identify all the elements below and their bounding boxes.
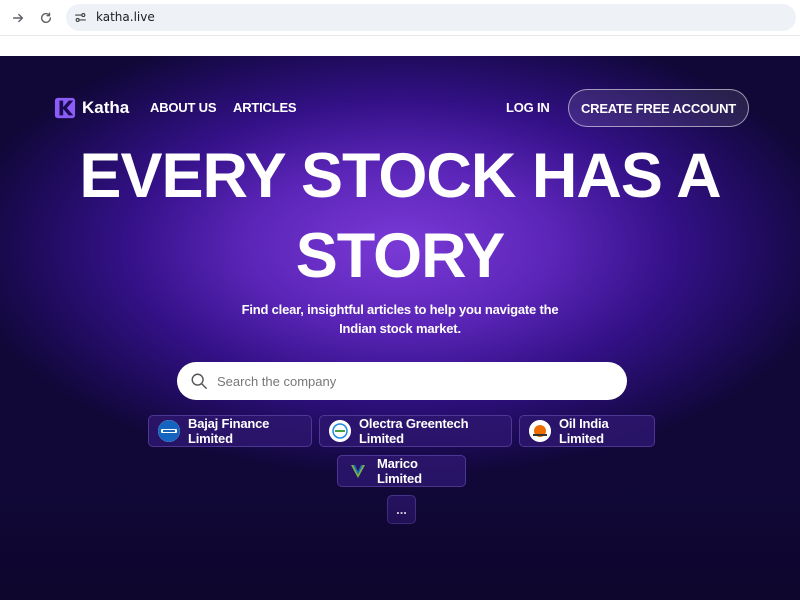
hero-section: Katha ABOUT US ARTICLES LOG IN CREATE FR… bbox=[0, 56, 800, 600]
hero-subtitle-line-1: Find clear, insightful articles to help … bbox=[241, 302, 559, 317]
search-bar[interactable] bbox=[177, 362, 627, 400]
hero-title-line-1: EVERY STOCK HAS A bbox=[79, 141, 721, 211]
browser-toolbar: katha.live bbox=[0, 0, 800, 36]
katha-logo[interactable]: Katha bbox=[54, 97, 129, 119]
olectra-logo-icon bbox=[329, 420, 351, 442]
create-account-button[interactable]: CREATE FREE ACCOUNT bbox=[568, 89, 749, 127]
company-name: Bajaj Finance Limited bbox=[188, 416, 270, 446]
search-icon bbox=[191, 373, 207, 389]
arrow-right-icon bbox=[12, 13, 24, 23]
site-info-icon[interactable] bbox=[72, 9, 89, 26]
nav-about-us[interactable]: ABOUT US bbox=[150, 100, 216, 115]
company-chip-bajaj-finance[interactable]: Bajaj Finance Limited bbox=[148, 415, 312, 447]
oil-india-logo-icon bbox=[529, 420, 551, 442]
hero-title-line-2: STORY bbox=[295, 221, 506, 291]
reload-icon bbox=[40, 12, 52, 24]
url-text[interactable]: katha.live bbox=[96, 10, 155, 24]
login-link[interactable]: LOG IN bbox=[506, 100, 550, 115]
marico-logo-icon bbox=[347, 460, 369, 482]
company-chip-oil-india[interactable]: Oil India Limited bbox=[519, 415, 655, 447]
nav-articles[interactable]: ARTICLES bbox=[233, 100, 297, 115]
company-name: Marico Limited bbox=[377, 456, 422, 486]
bajaj-logo-icon bbox=[158, 420, 180, 442]
katha-k-icon bbox=[54, 97, 76, 119]
address-bar[interactable]: katha.live bbox=[66, 4, 796, 31]
company-name: Olectra Greentech Limited bbox=[359, 416, 469, 446]
company-chip-marico[interactable]: Marico Limited bbox=[337, 455, 466, 487]
more-companies-button[interactable]: ... bbox=[387, 495, 416, 524]
brand-name: Katha bbox=[82, 98, 130, 117]
search-input[interactable] bbox=[217, 362, 612, 400]
hero-subtitle-line-2: Indian stock market. bbox=[339, 321, 461, 336]
hero-title: EVERY STOCK HAS A STORY bbox=[0, 136, 800, 296]
back-button[interactable] bbox=[7, 7, 29, 29]
company-name: Oil India Limited bbox=[559, 416, 609, 446]
reload-button[interactable] bbox=[35, 7, 57, 29]
company-chip-olectra-greentech[interactable]: Olectra Greentech Limited bbox=[319, 415, 512, 447]
hero-subtitle: Find clear, insightful articles to help … bbox=[200, 300, 600, 338]
